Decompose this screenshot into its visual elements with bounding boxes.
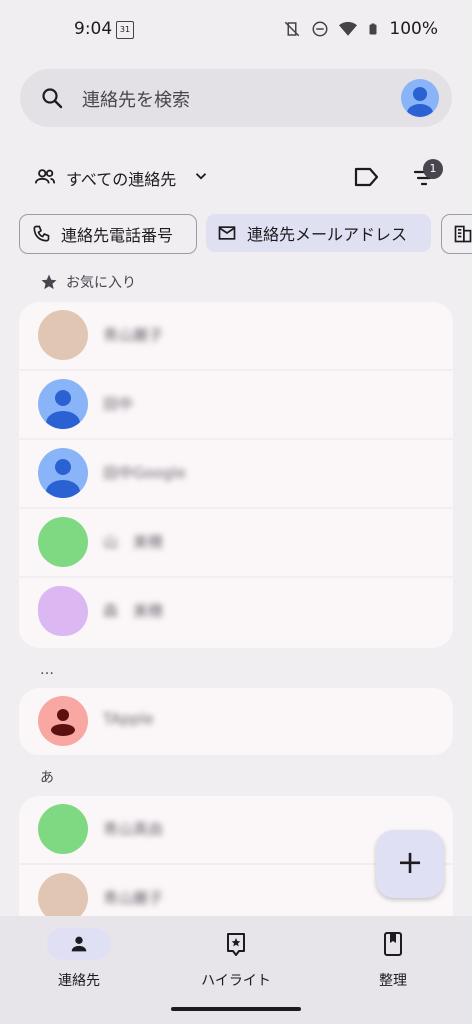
contact-name: 田中Google [103,464,186,482]
contact-name: 森 美穂 [103,602,164,620]
dnd-icon [312,21,328,37]
contact-photo [38,804,88,854]
contact-photo [38,517,88,567]
contact-row[interactable]: 田中Google [19,440,453,507]
people-icon [34,169,56,184]
section-title: お気に入り [66,275,136,291]
vibrate-off-icon [285,21,300,37]
section-title: … [40,662,54,678]
nav-label: 整理 [379,973,407,989]
chip-company[interactable] [441,214,472,254]
nav-contacts[interactable]: 連絡先 [9,928,149,990]
contact-row[interactable]: 青山麗子 [19,302,453,369]
search-bar[interactable]: 連絡先を検索 [20,69,452,127]
bookmark-book-icon [384,932,402,956]
favorites-card: 青山麗子 田中 田中Google 山 美穂 森 美穂 [19,302,453,648]
status-time: 9:04 [74,19,113,39]
account-avatar[interactable] [401,79,439,117]
contact-name: TApple [103,710,154,728]
status-bar: 9:04 31 100% [0,0,472,62]
battery-icon [369,23,377,35]
account-filter-dropdown[interactable]: すべての連絡先 [66,166,176,190]
section-header-dots: … [40,662,54,678]
label-icon[interactable] [352,164,380,190]
dots-card: TApple [19,688,453,755]
contact-name: 田中 [103,395,134,413]
star-icon [41,274,57,290]
section-header-favorites: お気に入り [40,272,136,292]
nav-label: 連絡先 [58,973,100,989]
search-input[interactable]: 連絡先を検索 [82,86,190,112]
person-avatar-icon [407,87,433,117]
contact-name: 青山麗子 [103,326,164,344]
contact-name: 青山麗子 [103,889,164,907]
contact-name: 山 美穂 [103,533,164,551]
contact-photo [38,310,88,360]
section-title: あ [40,770,54,786]
highlight-icon [227,933,245,956]
contact-photo [38,586,88,636]
plus-icon: + [396,843,424,881]
building-icon [454,225,472,243]
nav-highlights[interactable]: ハイライト [166,928,306,990]
calendar-icon: 31 [116,21,134,39]
filter-row: すべての連絡先 1 [0,158,472,198]
chip-email[interactable]: 連絡先メールアドレス [206,214,431,252]
default-avatar-icon [38,379,88,429]
section-header-a: あ [40,767,54,787]
chip-label: 連絡先メールアドレス [247,225,408,244]
search-icon [42,88,63,109]
contact-row[interactable]: TApple [19,688,453,755]
chip-phone[interactable]: 連絡先電話番号 [19,214,197,254]
nav-organize[interactable]: 整理 [323,928,463,990]
chevron-down-icon[interactable] [192,167,210,185]
contact-row[interactable]: 田中 [19,371,453,438]
gesture-bar [171,1007,301,1011]
filter-count-badge: 1 [423,159,443,179]
contact-name: 青山真由 [103,820,164,838]
add-contact-button[interactable]: + [376,830,444,898]
battery-percent: 100% [389,19,438,39]
contact-row[interactable]: 山 美穂 [19,509,453,576]
mail-icon [218,226,236,240]
default-avatar-icon [38,448,88,498]
chip-label: 連絡先電話番号 [61,226,174,245]
phone-icon [33,225,50,242]
person-icon [71,936,87,952]
nav-label: ハイライト [201,973,271,989]
status-icons: 100% [283,19,438,39]
wifi-icon [339,21,358,36]
contact-row[interactable]: 森 美穂 [19,578,453,645]
default-avatar-icon [38,696,88,746]
